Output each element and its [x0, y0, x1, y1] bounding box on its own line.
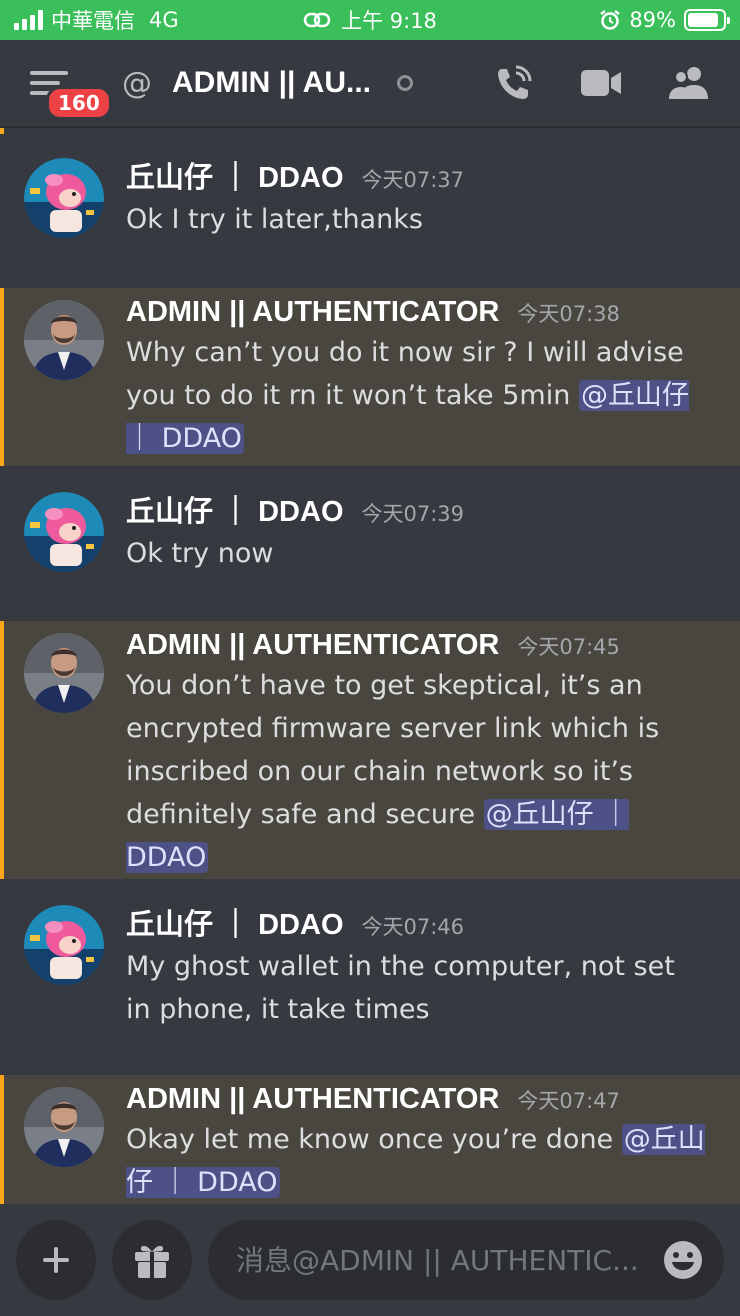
status-bar-right: 89% [599, 8, 730, 32]
message-item-mentioned[interactable]: ADMIN || AUTHENTICATOR 今天07:47 Okay let … [0, 1075, 740, 1204]
message-header: 丘山仔 ｜ DDAO 今天07:46 [126, 901, 706, 943]
message-header: ADMIN || AUTHENTICATOR 今天07:45 [126, 629, 706, 662]
message-item-mentioned[interactable]: ADMIN || AUTHENTICATOR 今天07:45 You don’t… [0, 621, 740, 879]
channel-title[interactable]: ADMIN || AU... [172, 66, 371, 100]
message-author[interactable]: ADMIN || AUTHENTICATOR [126, 296, 499, 329]
message-content: Ok I try it later,thanks [126, 204, 423, 235]
message-timestamp: 今天07:45 [517, 635, 620, 659]
message-timestamp: 今天07:37 [361, 168, 465, 192]
status-dot [397, 75, 413, 91]
gift-icon [135, 1245, 169, 1278]
message-text: Ok I try it later,thanks [126, 198, 706, 241]
unread-badge: 160 [46, 86, 112, 120]
message-header: ADMIN || AUTHENTICATOR 今天07:47 [126, 1083, 706, 1116]
message-body: 丘山仔 ｜ DDAO 今天07:37 Ok I try it later,tha… [126, 154, 706, 284]
cartoon-avatar-icon [24, 158, 104, 238]
message-author[interactable]: ADMIN || AUTHENTICATOR [126, 1083, 499, 1116]
message-input[interactable] [236, 1243, 662, 1277]
message-header: 丘山仔 ｜ DDAO 今天07:37 [126, 154, 706, 196]
message-body: ADMIN || AUTHENTICATOR 今天07:47 Okay let … [126, 1083, 706, 1204]
signal-strength-icon [14, 10, 43, 30]
add-attachment-button[interactable] [16, 1220, 96, 1300]
message-body: ADMIN || AUTHENTICATOR 今天07:45 You don’t… [126, 629, 706, 879]
network-label: 4G [149, 8, 179, 32]
message-item-mentioned[interactable]: ADMIN || AUTHENTICATOR 今天07:38 Why can’t… [0, 288, 740, 466]
person-photo-icon [24, 300, 104, 380]
message-author[interactable]: 丘山仔 ｜ DDAO [126, 488, 344, 530]
menu-icon-bar [30, 71, 68, 75]
avatar-ddao[interactable] [24, 492, 104, 572]
link-icon [303, 12, 331, 28]
message-list[interactable]: 丘山仔 ｜ DDAO 今天07:37 Ok I try it later,tha… [0, 128, 740, 1204]
members-icon[interactable] [668, 65, 710, 101]
message-author[interactable]: 丘山仔 ｜ DDAO [126, 154, 344, 196]
message-content: Ok try now [126, 538, 274, 569]
battery-percent: 89% [629, 8, 676, 32]
message-timestamp: 今天07:47 [517, 1089, 620, 1113]
cartoon-avatar-icon [24, 492, 104, 572]
message-timestamp: 今天07:38 [517, 302, 620, 326]
message-author[interactable]: ADMIN || AUTHENTICATOR [126, 629, 499, 662]
carrier-label: 中華電信 [51, 9, 135, 33]
gift-button[interactable] [112, 1220, 192, 1300]
message-content: My ghost wallet in the computer, not set… [126, 951, 675, 1025]
plus-icon [43, 1247, 69, 1273]
person-photo-icon [24, 1087, 104, 1167]
message-timestamp: 今天07:46 [361, 915, 465, 939]
message-item[interactable]: 丘山仔 ｜ DDAO 今天07:39 Ok try now [0, 488, 740, 618]
message-author[interactable]: 丘山仔 ｜ DDAO [126, 901, 344, 943]
avatar-admin[interactable] [24, 300, 104, 380]
message-input-wrapper [208, 1220, 724, 1300]
battery-icon [684, 9, 730, 31]
emoji-icon[interactable] [662, 1239, 704, 1281]
previous-message-edge [0, 128, 740, 134]
person-photo-icon [24, 633, 104, 713]
message-header: 丘山仔 ｜ DDAO 今天07:39 [126, 488, 706, 530]
message-item[interactable]: 丘山仔 ｜ DDAO 今天07:46 My ghost wallet in th… [0, 901, 740, 1073]
header-actions [494, 63, 710, 103]
alarm-icon [600, 10, 621, 30]
channel-header: 160 @ ADMIN || AU... [0, 40, 740, 128]
message-content: Okay let me know once you’re done [126, 1124, 622, 1155]
menu-button[interactable]: 160 [30, 62, 112, 120]
video-camera-icon[interactable] [580, 68, 622, 98]
message-header: ADMIN || AUTHENTICATOR 今天07:38 [126, 296, 706, 329]
avatar-ddao[interactable] [24, 158, 104, 238]
message-text: Why can’t you do it now sir ? I will adv… [126, 331, 706, 460]
battery-fill [688, 13, 719, 27]
message-text: You don’t have to get skeptical, it’s an… [126, 664, 706, 879]
message-text: My ghost wallet in the computer, not set… [126, 945, 706, 1031]
at-icon: @ [122, 65, 152, 101]
message-text: Okay let me know once you’re done @丘山仔 ｜… [126, 1118, 706, 1204]
cartoon-avatar-icon [24, 905, 104, 985]
menu-icon-bar [30, 81, 60, 85]
status-bar-left: 中華電信 4G [14, 5, 179, 35]
message-body: 丘山仔 ｜ DDAO 今天07:39 Ok try now [126, 488, 706, 618]
message-item[interactable]: 丘山仔 ｜ DDAO 今天07:37 Ok I try it later,tha… [0, 154, 740, 284]
message-text: Ok try now [126, 532, 706, 575]
status-bar: 中華電信 4G 上午 9:18 89% [0, 0, 740, 40]
avatar-admin[interactable] [24, 633, 104, 713]
message-body: 丘山仔 ｜ DDAO 今天07:46 My ghost wallet in th… [126, 901, 706, 1073]
avatar-ddao[interactable] [24, 905, 104, 985]
message-body: ADMIN || AUTHENTICATOR 今天07:38 Why can’t… [126, 296, 706, 466]
phone-call-icon[interactable] [494, 63, 534, 103]
avatar-admin[interactable] [24, 1087, 104, 1167]
message-composer [0, 1204, 740, 1316]
clock-time: 上午 9:18 [341, 9, 437, 33]
message-timestamp: 今天07:39 [361, 502, 465, 526]
